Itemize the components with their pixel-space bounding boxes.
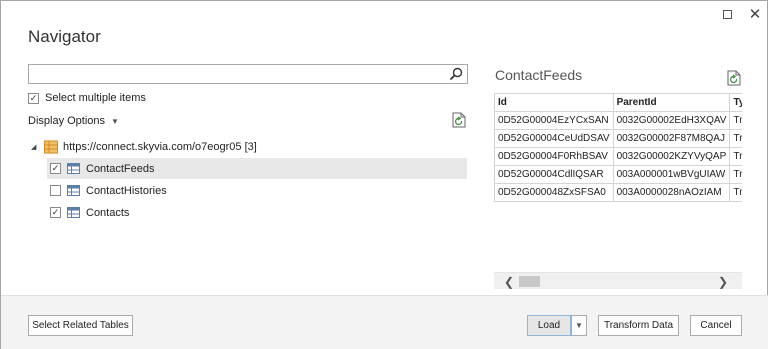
dialog-footer: Select Related Tables Load ▼ Transform D… (1, 295, 768, 349)
load-dropdown-button[interactable]: ▼ (571, 315, 587, 336)
table-cell: 0D52G00004CdlIQSAR (494, 165, 614, 184)
collapse-triangle-icon[interactable]: ◢ (31, 143, 39, 151)
chevron-down-icon: ▼ (111, 116, 119, 126)
column-header[interactable]: ParentId (612, 93, 731, 112)
table-row: 0D52G00004CdlIQSAR 003A000001wBVgUIAW Tr… (494, 165, 742, 184)
tree-item-checkbox[interactable]: ✓ (50, 207, 61, 218)
table-cell: 0D52G00004CeUdDSAV (494, 129, 614, 148)
search-input[interactable] (29, 65, 439, 83)
dialog-title: Navigator (28, 27, 101, 46)
maximize-icon (722, 9, 732, 19)
table-cell: 0D52G00004F0RhBSAV (494, 147, 614, 166)
refresh-icon[interactable] (452, 112, 466, 128)
chevron-down-icon: ▼ (575, 321, 583, 330)
select-multiple-option[interactable]: ✓ Select multiple items (28, 92, 146, 104)
scroll-right-icon[interactable]: ❯ (718, 275, 728, 289)
tree-item-contacts[interactable]: ✓ Contacts (47, 202, 467, 223)
navigator-window: ✕ Navigator ✓ Select multiple items Disp… (0, 0, 768, 349)
table-cell: 0032G00002EdH3XQAV (612, 111, 731, 130)
column-header[interactable]: Id (494, 93, 614, 112)
table-cell: 003A0000028nAOzIAM (612, 183, 731, 202)
table-row: 0D52G00004CeUdDSAV 0032G00002F87M8QAJ Tr… (494, 129, 742, 148)
display-options-label: Display Options (28, 115, 106, 127)
maximize-button[interactable] (717, 5, 737, 23)
refresh-preview-icon[interactable] (727, 70, 741, 86)
tree-root-label: https://connect.skyvia.com/o7eogr05 [3] (63, 141, 257, 153)
select-related-tables-button[interactable]: Select Related Tables (28, 315, 133, 336)
server-folder-icon (44, 140, 58, 154)
close-icon: ✕ (748, 6, 762, 23)
tree-root[interactable]: ◢ https://connect.skyvia.com/o7eogr05 [3… (31, 139, 257, 155)
scroll-left-icon[interactable]: ❮ (504, 275, 514, 289)
table-row: 0D52G00004EzYCxSAN 0032G00002EdH3XQAV Tr… (494, 111, 742, 130)
display-options-dropdown[interactable]: Display Options ▼ (28, 115, 119, 127)
table-cell: 003A000001wBVgUIAW (612, 165, 731, 184)
select-multiple-checkbox[interactable]: ✓ (28, 92, 39, 104)
table-icon (67, 207, 80, 218)
preview-grid: Id ParentId Type 0D52G00004EzYCxSAN 0032… (494, 93, 742, 205)
search-box (28, 64, 468, 84)
preview-title: ContactFeeds (495, 67, 583, 83)
tree-item-checkbox[interactable] (50, 185, 61, 196)
tree-item-contacthistories[interactable]: ContactHistories (47, 180, 467, 201)
table-cell: Trac (729, 183, 742, 202)
table-cell: Trac (729, 129, 742, 148)
search-icon[interactable] (449, 67, 463, 81)
table-cell: Trac (729, 147, 742, 166)
table-icon (67, 163, 80, 174)
table-cell: 0032G00002F87M8QAJ (612, 129, 731, 148)
cancel-button[interactable]: Cancel (690, 315, 742, 336)
table-cell: 0032G00002KZYVyQAP (612, 147, 731, 166)
table-row: 0D52G000048ZxSFSA0 003A0000028nAOzIAM Tr… (494, 183, 742, 202)
table-cell: 0D52G00004EzYCxSAN (494, 111, 614, 130)
table-row: 0D52G00004F0RhBSAV 0032G00002KZYVyQAP Tr… (494, 147, 742, 166)
select-multiple-label: Select multiple items (45, 92, 146, 104)
tree-item-contactfeeds[interactable]: ✓ ContactFeeds (47, 158, 467, 179)
scroll-thumb[interactable] (519, 276, 540, 287)
grid-header-row: Id ParentId Type (494, 93, 742, 112)
close-button[interactable]: ✕ (745, 5, 765, 23)
table-cell: Trac (729, 165, 742, 184)
transform-data-button[interactable]: Transform Data (598, 315, 679, 336)
tree-item-label: ContactHistories (86, 184, 167, 197)
horizontal-scrollbar[interactable]: ❮ ❯ (494, 272, 742, 289)
tree-item-label: Contacts (86, 206, 130, 219)
table-cell: Trac (729, 111, 742, 130)
column-header[interactable]: Type (729, 93, 742, 112)
table-cell: 0D52G000048ZxSFSA0 (494, 183, 614, 202)
tree-item-label: ContactFeeds (86, 162, 155, 175)
tree-item-checkbox[interactable]: ✓ (50, 163, 61, 174)
table-icon (67, 185, 80, 196)
load-button[interactable]: Load (527, 315, 571, 336)
